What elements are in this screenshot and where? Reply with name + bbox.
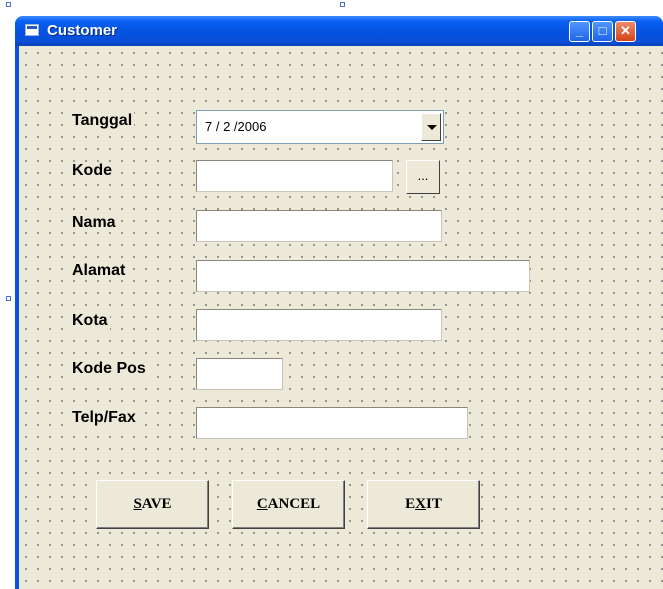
window-title: Customer — [47, 22, 118, 39]
tanggal-date-picker[interactable]: 7 / 2 /2006 — [196, 110, 444, 144]
exit-accel-key: X — [415, 496, 426, 512]
save-button[interactable]: SAVE — [96, 480, 209, 529]
cancel-accel-key: C — [256, 496, 268, 512]
telp-fax-label: Telp/Fax — [70, 409, 138, 427]
kode-browse-button[interactable]: ... — [406, 160, 440, 194]
cancel-button[interactable]: CANCEL — [232, 480, 345, 529]
exit-button[interactable]: EXIT — [367, 480, 480, 529]
maximize-icon: □ — [598, 23, 607, 38]
browse-ellipsis-label: ... — [417, 168, 429, 183]
minimize-button[interactable]: _ — [569, 21, 590, 42]
window-icon[interactable] — [25, 24, 39, 36]
close-icon: ✕ — [620, 23, 631, 38]
nama-field[interactable] — [196, 210, 442, 242]
kode-pos-label: Kode Pos — [70, 360, 148, 378]
close-button[interactable]: ✕ — [615, 21, 636, 42]
kota-label: Kota — [70, 312, 110, 330]
kode-field[interactable] — [196, 160, 393, 192]
cancel-label-rest: ANCEL — [267, 496, 321, 512]
kode-label: Kode — [70, 162, 114, 180]
kota-field[interactable] — [196, 309, 442, 341]
telp-fax-field[interactable] — [196, 407, 468, 439]
maximize-button[interactable]: □ — [592, 21, 613, 42]
resize-handle-top-center[interactable] — [340, 2, 345, 7]
customer-window: Customer _ □ ✕ Tanggal 7 / 2 /2006 Kode … — [15, 16, 663, 589]
dropdown-arrow-icon[interactable] — [421, 113, 441, 141]
nama-label: Nama — [70, 214, 118, 232]
resize-handle-top-left[interactable] — [6, 2, 11, 7]
tanggal-label: Tanggal — [70, 112, 135, 130]
alamat-label: Alamat — [70, 262, 128, 280]
tanggal-value: 7 / 2 /2006 — [205, 119, 267, 134]
form-client-area: Tanggal 7 / 2 /2006 Kode ... Nama Alamat… — [19, 46, 663, 589]
title-bar[interactable]: Customer _ □ ✕ — [15, 16, 663, 46]
minimize-icon: _ — [575, 23, 584, 38]
save-accel-key: S — [133, 496, 142, 512]
exit-label-rest: IT — [426, 496, 442, 512]
alamat-field[interactable] — [196, 260, 530, 292]
save-label-rest: AVE — [141, 496, 172, 512]
resize-handle-middle-left[interactable] — [6, 296, 11, 301]
kode-pos-field[interactable] — [196, 358, 283, 390]
exit-label-pre: E — [405, 496, 416, 512]
